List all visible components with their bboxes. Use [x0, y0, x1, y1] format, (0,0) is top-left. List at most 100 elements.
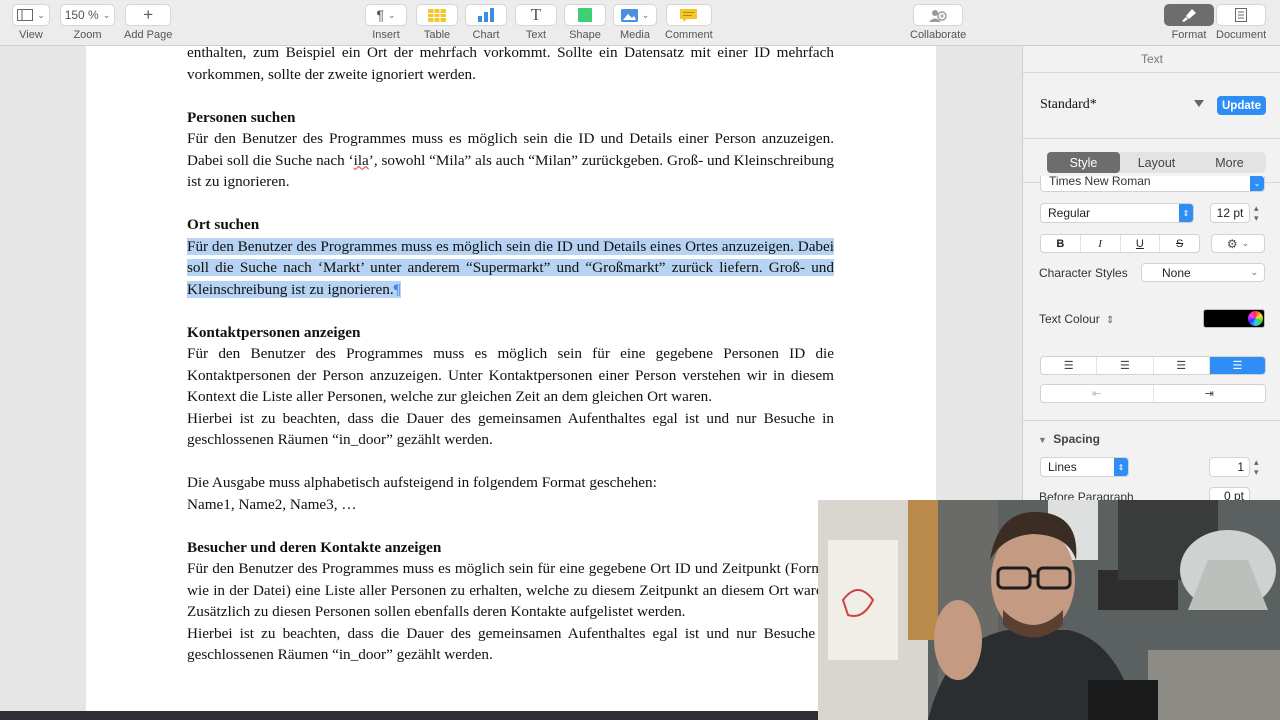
chart-button[interactable]	[465, 4, 507, 26]
media-label: Media	[620, 29, 650, 41]
text-control[interactable]: T Text	[515, 4, 557, 41]
updown-icon: ⇕	[1106, 315, 1115, 326]
heading-besucher[interactable]: Besucher und deren Kontakte anzeigen	[187, 537, 834, 559]
chart-icon	[478, 8, 494, 22]
gear-icon: ⚙	[1226, 236, 1238, 251]
tab-style[interactable]: Style	[1047, 152, 1120, 173]
text-format-buttons: B I U S	[1040, 234, 1200, 253]
paragraph-besucher-2[interactable]: Hierbei ist zu beachten, dass die Dauer …	[187, 623, 834, 666]
character-styles-select[interactable]: None ⌄	[1141, 263, 1265, 282]
text-colour-well[interactable]	[1203, 309, 1265, 328]
paragraph-style-name[interactable]: Standard*	[1040, 97, 1097, 113]
font-style-select[interactable]: Regular ⇕	[1040, 203, 1194, 223]
dock-edge	[0, 711, 818, 720]
decrease-indent-icon[interactable]: ⇤	[1041, 385, 1154, 402]
table-button[interactable]	[416, 4, 458, 26]
document-control[interactable]: Document	[1216, 4, 1266, 41]
align-center-icon[interactable]: ☰	[1097, 357, 1154, 374]
view-button[interactable]: ⌄	[12, 4, 50, 26]
strikethrough-button[interactable]: S	[1160, 235, 1199, 252]
media-control[interactable]: ⌄ Media	[613, 4, 657, 41]
font-style-value: Regular	[1048, 206, 1091, 220]
heading-personen-suchen[interactable]: Personen suchen	[187, 107, 834, 129]
spacing-section[interactable]: ▼ Spacing	[1038, 432, 1100, 446]
collaborate-button[interactable]	[913, 4, 964, 26]
view-control[interactable]: ⌄ View	[12, 4, 50, 41]
text-box-icon: T	[530, 5, 542, 24]
shape-control[interactable]: Shape	[564, 4, 606, 41]
spacing-mode-select[interactable]: Lines ⇕	[1040, 457, 1129, 477]
paragraph-kontakt-1[interactable]: Für den Benutzer des Programmes muss es …	[187, 343, 834, 408]
disclosure-triangle-icon[interactable]	[1194, 100, 1204, 107]
collaborate-icon	[929, 9, 947, 22]
insert-control[interactable]: ¶ ⌄ Insert	[365, 4, 407, 41]
photo-icon	[620, 8, 638, 22]
updown-icon: ⇕	[1179, 204, 1193, 222]
document-button[interactable]	[1216, 4, 1267, 26]
pilcrow-mark: ¶	[393, 280, 401, 298]
increase-indent-icon[interactable]: ⇥	[1154, 385, 1266, 402]
format-control[interactable]: Format	[1164, 4, 1214, 41]
zoom-label: Zoom	[73, 29, 102, 41]
heading-kontaktpersonen[interactable]: Kontaktpersonen anzeigen	[187, 322, 834, 344]
align-justify-icon[interactable]: ☰	[1209, 357, 1265, 374]
text-colour-label[interactable]: Text Colour ⇕	[1039, 312, 1114, 326]
sidebar-icon	[17, 9, 34, 21]
selected-text[interactable]: Für den Benutzer des Programmes muss es …	[187, 237, 834, 298]
font-size-value: 12 pt	[1216, 206, 1244, 220]
paragraph-ausgabe-2[interactable]: Name1, Name2, Name3, …	[187, 494, 834, 516]
paragraph-personen[interactable]: Für den Benutzer des Programmes muss es …	[187, 128, 834, 193]
zoom-select[interactable]: 150 % ⌄	[60, 4, 115, 26]
text-options-button[interactable]: ⚙ ⌄	[1211, 234, 1265, 253]
text-colour-text: Text Colour	[1039, 312, 1100, 326]
font-family-select[interactable]: Times New Roman ⌄	[1040, 176, 1265, 192]
insert-button[interactable]: ¶ ⌄	[365, 4, 407, 26]
table-icon	[428, 8, 446, 22]
chevron-down-icon: ⌄	[37, 9, 45, 20]
heading-ort-suchen[interactable]: Ort suchen	[187, 214, 834, 236]
comment-button[interactable]	[665, 4, 712, 26]
add-page-label: Add Page	[124, 29, 173, 41]
paragraph-intro[interactable]: enthalten, zum Beispiel ein Ort der mehr…	[187, 46, 834, 85]
font-size-stepper[interactable]: ▴ ▾	[1254, 203, 1259, 223]
shape-label: Shape	[569, 29, 601, 41]
document-body[interactable]: enthalten, zum Beispiel ein Ort der mehr…	[187, 46, 834, 666]
align-left-icon[interactable]: ☰	[1041, 357, 1098, 374]
comment-control[interactable]: Comment	[665, 4, 713, 41]
tab-more[interactable]: More	[1193, 152, 1266, 173]
update-button[interactable]: Update	[1217, 96, 1266, 115]
paragraph-ort-selected[interactable]: Für den Benutzer des Programmes muss es …	[187, 236, 834, 301]
document-icon	[1235, 8, 1248, 22]
toolbar: ⌄ View 150 % ⌄ Zoom + Add Page ¶ ⌄ Inser…	[0, 0, 1280, 46]
paragraph-ausgabe-1[interactable]: Die Ausgabe muss alphabetisch aufsteigen…	[187, 472, 834, 494]
media-button[interactable]: ⌄	[613, 4, 657, 26]
paragraph-kontakt-2[interactable]: Hierbei ist zu beachten, dass die Dauer …	[187, 408, 834, 451]
disclosure-triangle-icon: ▼	[1038, 435, 1047, 445]
chart-label: Chart	[472, 29, 500, 41]
chart-control[interactable]: Chart	[465, 4, 507, 41]
divider	[1023, 138, 1280, 139]
spelling-error[interactable]: ila	[354, 152, 369, 169]
italic-button[interactable]: I	[1081, 235, 1121, 252]
collaborate-control[interactable]: Collaborate	[910, 4, 966, 41]
spacing-value-field[interactable]: 1	[1209, 457, 1250, 477]
text-button[interactable]: T	[515, 4, 557, 26]
font-size-field[interactable]: 12 pt	[1210, 203, 1250, 223]
underline-button[interactable]: U	[1121, 235, 1161, 252]
spacing-mode-value: Lines	[1048, 460, 1077, 474]
zoom-value: 150 %	[64, 8, 99, 22]
align-right-icon[interactable]: ☰	[1154, 357, 1210, 374]
add-page-button[interactable]: +	[125, 4, 172, 26]
table-control[interactable]: Table	[416, 4, 458, 41]
add-page-control[interactable]: + Add Page	[124, 4, 172, 41]
shape-button[interactable]	[564, 4, 606, 26]
spacing-stepper[interactable]: ▴ ▾	[1254, 457, 1259, 477]
paragraph-besucher-1[interactable]: Für den Benutzer des Programmes muss es …	[187, 558, 834, 623]
tab-layout[interactable]: Layout	[1120, 152, 1193, 173]
format-button[interactable]	[1164, 4, 1214, 26]
bold-button[interactable]: B	[1041, 235, 1081, 252]
colour-wheel-icon[interactable]	[1248, 311, 1263, 326]
comment-icon	[680, 8, 698, 22]
zoom-control[interactable]: 150 % ⌄ Zoom	[60, 4, 115, 41]
document-page[interactable]: enthalten, zum Beispiel ein Ort der mehr…	[86, 46, 936, 720]
